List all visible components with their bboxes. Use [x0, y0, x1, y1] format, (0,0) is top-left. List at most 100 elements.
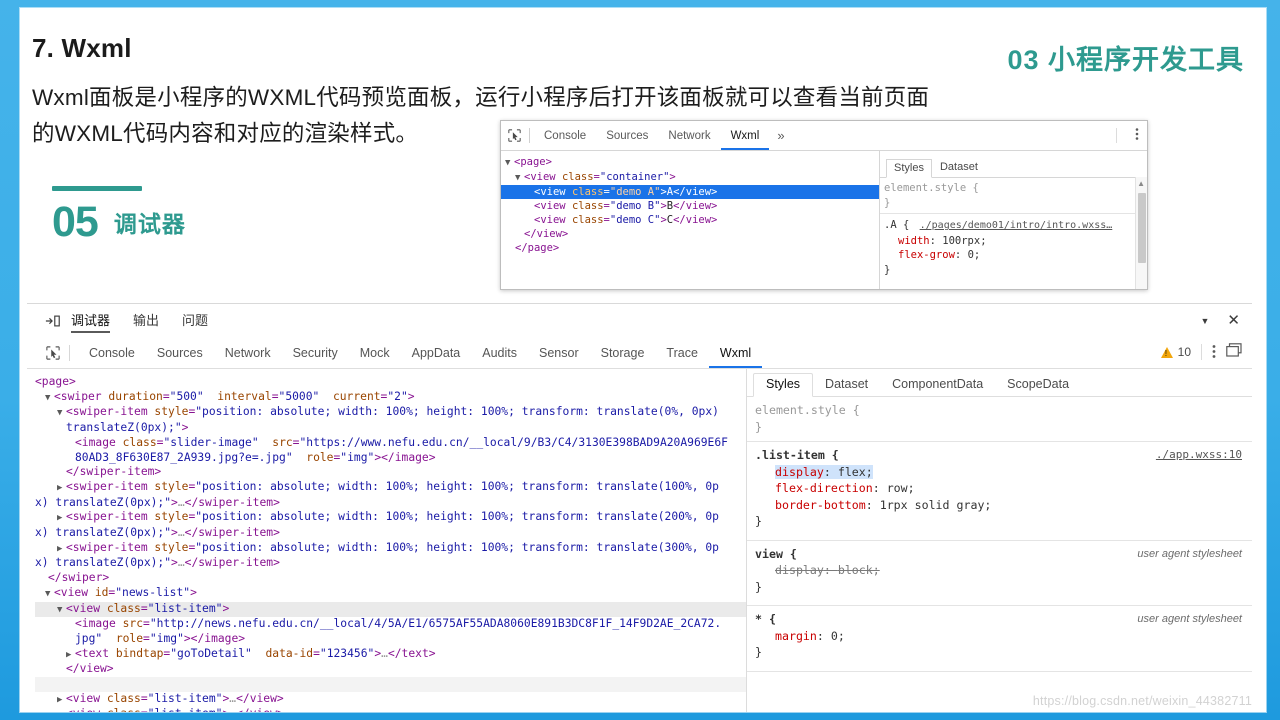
kebab-menu-icon[interactable]: [1212, 344, 1216, 361]
panel-tab-problems[interactable]: 问题: [182, 310, 208, 333]
mini-tab-styles[interactable]: Styles: [886, 159, 932, 178]
mini-tab-console[interactable]: Console: [534, 122, 596, 150]
tree-row-cont[interactable]: jpg" role="img"></image>: [35, 632, 746, 647]
tree-row-cont[interactable]: x) translateZ(0px);">…</swiper-item>: [35, 496, 746, 511]
chevron-down-icon[interactable]: ▼: [1201, 316, 1210, 326]
tree-row[interactable]: ▼ <view id="news-list">: [35, 586, 746, 602]
css-property[interactable]: margin: [775, 629, 817, 643]
tab-network[interactable]: Network: [214, 338, 282, 368]
inspect-cursor-icon[interactable]: [501, 121, 527, 150]
tab-sources[interactable]: Sources: [146, 338, 214, 368]
scroll-up-arrow-icon[interactable]: ▲: [1137, 179, 1145, 188]
wxml-tree[interactable]: <page> ▼ <swiper duration="500" interval=…: [27, 369, 747, 712]
tree-row[interactable]: ▶<view class="list-item">…</view>: [35, 692, 746, 708]
tree-row-cont[interactable]: translateZ(0px);">: [35, 421, 746, 436]
section-name: 调试器: [113, 211, 186, 237]
css-property[interactable]: border-bottom: [775, 498, 866, 512]
tab-console[interactable]: Console: [78, 338, 146, 368]
tree-row-cont[interactable]: x) translateZ(0px);">…</swiper-item>: [35, 526, 746, 541]
mini-devtools-window: Console Sources Network Wxml » ▼ <page> ▼…: [500, 120, 1148, 290]
dock-side-icon[interactable]: [1226, 342, 1242, 362]
tree-row[interactable]: ▶ <text bindtap="goToDetail" data-id="123…: [35, 647, 746, 663]
watermark: https://blog.csdn.net/weixin_44382711: [1032, 694, 1252, 708]
css-rule-list-item[interactable]: ./app.wxss:10 .list-item { display: flex…: [747, 442, 1252, 541]
tree-row[interactable]: </view>: [35, 662, 746, 677]
css-value[interactable]: block;: [838, 563, 880, 577]
devtools-window: 调试器 输出 问题 ▼ ✕ Console Sources Network Se…: [27, 303, 1252, 712]
css-selector: .list-item {: [755, 448, 839, 462]
css-origin-link[interactable]: ./pages/demo01/intro/intro.wxss…: [920, 220, 1113, 231]
devtools-tabbar: Console Sources Network Security Mock Ap…: [27, 337, 1252, 369]
tree-row[interactable]: <image class="slider-image" src="https:/…: [35, 436, 746, 451]
kebab-menu-icon[interactable]: [1135, 127, 1139, 146]
mini-tab-dataset[interactable]: Dataset: [932, 158, 986, 177]
tab-security[interactable]: Security: [282, 338, 349, 368]
css-property[interactable]: width: [898, 235, 930, 247]
tree-row[interactable]: ▼ <swiper-item style="position: absolute;…: [35, 405, 746, 421]
tab-componentdata[interactable]: ComponentData: [880, 374, 995, 396]
mini-wxml-tree[interactable]: ▼ <page> ▼ <view class="container"> <view …: [501, 151, 880, 289]
styles-tabbar: Styles Dataset ComponentData ScopeData: [747, 369, 1252, 397]
tree-row[interactable]: ▼ <swiper duration="500" interval="5000" …: [35, 390, 746, 406]
dock-to-bottom-icon[interactable]: [45, 314, 61, 328]
css-rule-element-style[interactable]: element.style { }: [747, 397, 1252, 442]
mini-styles-tabbar: Styles Dataset: [880, 155, 1147, 178]
tab-wxml[interactable]: Wxml: [709, 338, 762, 368]
css-rules-list[interactable]: element.style { } ./app.wxss:10 .list-it…: [747, 397, 1252, 672]
mini-styles-scrollbar[interactable]: ▲: [1135, 177, 1147, 289]
tree-row[interactable]: ▶ <swiper-item style="position: absolute;…: [35, 510, 746, 526]
mini-tab-sources[interactable]: Sources: [596, 122, 658, 150]
css-property[interactable]: display: [775, 464, 824, 479]
tab-audits[interactable]: Audits: [471, 338, 528, 368]
css-rule-close: }: [884, 263, 891, 276]
warning-status[interactable]: 10: [1160, 345, 1191, 359]
css-value[interactable]: 0;: [831, 629, 845, 643]
tree-row[interactable]: </swiper-item>: [35, 465, 746, 480]
tab-scopedata[interactable]: ScopeData: [995, 374, 1081, 396]
css-origin-label: user agent stylesheet: [1137, 613, 1242, 625]
css-rule-view[interactable]: user agent stylesheet view { display: bl…: [747, 541, 1252, 606]
css-origin-link[interactable]: ./app.wxss:10: [1156, 447, 1242, 464]
css-rule-universal[interactable]: user agent stylesheet * { margin: 0; }: [747, 606, 1252, 672]
tree-row[interactable]: ▶ <swiper-item style="position: absolute;…: [35, 480, 746, 496]
mini-overflow-tabs-icon[interactable]: »: [769, 128, 792, 143]
css-value[interactable]: 1rpx solid gray;: [880, 498, 992, 512]
mini-tab-wxml[interactable]: Wxml: [721, 122, 770, 150]
close-icon[interactable]: ✕: [1227, 313, 1240, 328]
css-value[interactable]: flex;: [837, 464, 873, 479]
tab-styles[interactable]: Styles: [753, 373, 814, 397]
tree-row-cont[interactable]: x) translateZ(0px);">…</swiper-item>: [35, 556, 746, 571]
tree-row[interactable]: ▶ <swiper-item style="position: absolute;…: [35, 541, 746, 557]
tab-appdata[interactable]: AppData: [401, 338, 472, 368]
divider: [1116, 128, 1117, 143]
css-property[interactable]: flex-direction: [775, 481, 873, 495]
tab-dataset[interactable]: Dataset: [813, 374, 880, 396]
mini-tab-network[interactable]: Network: [658, 122, 720, 150]
tree-row[interactable]: ▼ <view class="list-item">: [35, 601, 746, 618]
tree-row-cont[interactable]: 80AD3_8F630E87_2A939.jpg?e=.jpg" role="i…: [35, 451, 746, 466]
css-selector: view {: [755, 546, 797, 561]
css-property[interactable]: display: [775, 563, 824, 577]
element-style-close: }: [884, 196, 891, 209]
css-property[interactable]: flex-grow: [898, 249, 955, 261]
slide-canvas: 7. Wxml 03 小程序开发工具 Wxml面板是小程序的WXML代码预览面板…: [20, 8, 1266, 712]
tab-trace[interactable]: Trace: [655, 338, 709, 368]
tab-sensor[interactable]: Sensor: [528, 338, 590, 368]
css-value[interactable]: 100rpx;: [942, 235, 986, 247]
scrollbar-thumb[interactable]: [1138, 193, 1146, 263]
inspect-cursor-icon[interactable]: [39, 345, 67, 360]
mini-css-rules[interactable]: element.style { } .A { ./pages/demo01/in…: [880, 178, 1147, 277]
css-value[interactable]: 0;: [968, 249, 981, 261]
css-value[interactable]: row;: [887, 481, 915, 495]
tab-mock[interactable]: Mock: [349, 338, 401, 368]
section-heading: 05 调试器: [52, 186, 186, 244]
tree-row[interactable]: <image src="http://news.nefu.edu.cn/__lo…: [35, 617, 746, 632]
tree-row[interactable]: </swiper>: [35, 571, 746, 586]
tab-storage[interactable]: Storage: [590, 338, 656, 368]
panel-tab-output[interactable]: 输出: [133, 310, 159, 333]
tree-row[interactable]: ▶<view class="list-item">…</view>: [35, 707, 746, 712]
tree-row[interactable]: [35, 677, 746, 692]
tree-row[interactable]: <page>: [35, 375, 746, 390]
panel-tab-debugger[interactable]: 调试器: [71, 310, 110, 333]
divider: [529, 128, 530, 143]
